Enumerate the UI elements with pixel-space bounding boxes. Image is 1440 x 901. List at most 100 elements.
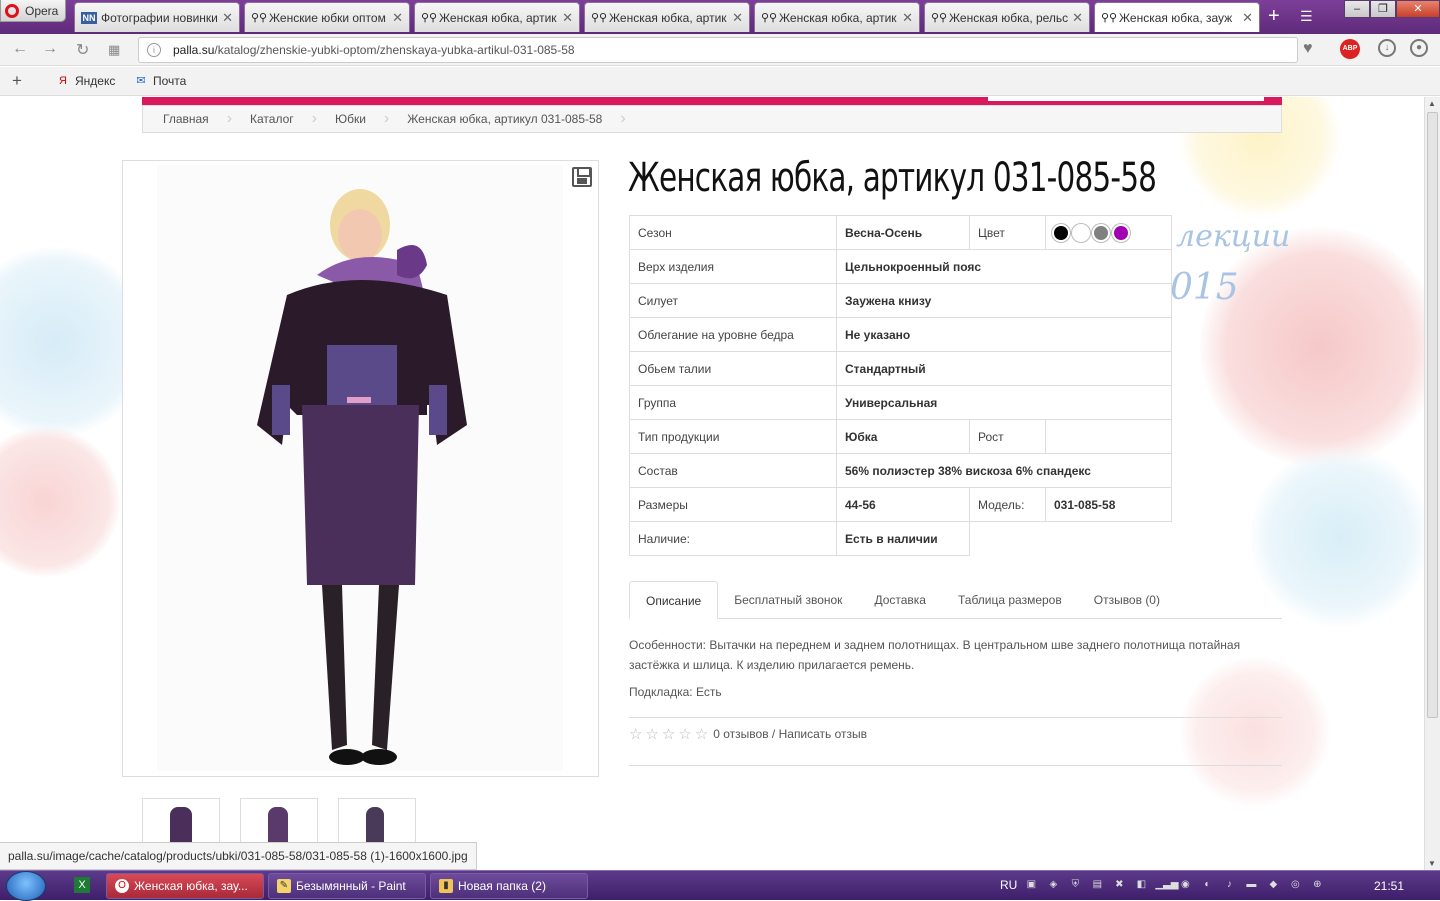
tab-free-call[interactable]: Бесплатный звонок [718, 581, 858, 619]
spec-value: Не указано [836, 317, 1172, 352]
breadcrumb-separator-icon: › [226, 110, 233, 127]
tray-app-icon[interactable]: ◎ [1287, 877, 1303, 893]
account-icon[interactable]: ● [1410, 39, 1428, 57]
tab-delivery[interactable]: Доставка [858, 581, 942, 619]
new-tab-icon[interactable]: + [1268, 6, 1280, 26]
volume-icon[interactable]: ♪ [1221, 877, 1237, 893]
start-button[interactable] [6, 871, 46, 901]
tab-close-icon[interactable]: ✕ [1242, 10, 1253, 26]
tab-size-table[interactable]: Таблица размеров [942, 581, 1078, 619]
browser-tab-2[interactable]: ⚲⚲ Женские юбки оптом ✕ [244, 2, 410, 32]
breadcrumb-label: Каталог [250, 112, 294, 126]
product-photo[interactable] [157, 165, 563, 771]
product-main-photo[interactable] [122, 160, 599, 777]
tray-app-icon[interactable]: ◐ [1199, 877, 1215, 893]
tab-close-icon[interactable]: ✕ [1072, 10, 1083, 26]
maximize-icon[interactable]: ❐ [1370, 0, 1396, 18]
bookmarks-bar: + Я Яндекс ✉ Почта [0, 67, 1440, 96]
breadcrumb-skirts[interactable]: Юбки › [335, 110, 407, 128]
browser-tab-5[interactable]: ⚲⚲ Женская юбка, артик ✕ [754, 2, 920, 32]
download-icon[interactable]: ↓ [1378, 39, 1396, 57]
tab-close-icon[interactable]: ✕ [562, 10, 573, 26]
color-swatch-gray[interactable] [1094, 225, 1108, 240]
windows-taskbar: X O Женская юбка, зау... ✎ Безымянный - … [0, 870, 1440, 901]
bookmark-yandex[interactable]: Я Яндекс [56, 74, 115, 88]
save-image-icon[interactable] [572, 167, 592, 187]
browser-tab-7-active[interactable]: ⚲⚲ Женская юбка, зауж ✕ [1094, 2, 1260, 32]
tab-close-icon[interactable]: ✕ [392, 10, 403, 26]
product-tabs: Описание Бесплатный звонок Доставка Табл… [629, 581, 1282, 619]
site-info-icon[interactable]: i [147, 43, 161, 57]
taskbar-task-paint[interactable]: ✎ Безымянный - Paint [268, 873, 426, 899]
tab-close-icon[interactable]: ✕ [732, 10, 743, 26]
taskbar-clock[interactable]: 21:51 [1374, 879, 1404, 893]
tray-app-icon[interactable]: ✖ [1111, 877, 1127, 893]
opera-menu-button[interactable]: Opera [0, 0, 66, 22]
add-bookmark-icon[interactable]: + [12, 71, 22, 91]
paint-icon: ✎ [277, 879, 291, 893]
window-close-icon[interactable]: ✕ [1396, 0, 1440, 18]
url-domain: palla.su [173, 43, 215, 57]
decor-flower [0, 427, 120, 577]
taskbar-task-folder[interactable]: ▮ Новая папка (2) [430, 873, 588, 899]
decor-text: 015 [1170, 267, 1239, 308]
figures-favicon-icon: ⚲⚲ [931, 11, 948, 24]
forward-arrow-icon[interactable]: → [42, 40, 58, 58]
bookmark-heart-icon[interactable]: ♥ [1303, 40, 1313, 58]
tab-description[interactable]: Описание [629, 581, 719, 619]
browser-tab-3[interactable]: ⚲⚲ Женская юбка, артик ✕ [414, 2, 580, 32]
scroll-down-icon[interactable]: ▼ [1428, 859, 1436, 868]
scroll-up-icon[interactable]: ▲ [1428, 99, 1436, 108]
tray-app-icon[interactable]: ◉ [1177, 877, 1193, 893]
reload-icon[interactable]: ↻ [76, 40, 89, 60]
status-link-preview: palla.su/image/cache/catalog/products/ub… [0, 842, 477, 870]
network-icon[interactable]: ⊕ [1309, 877, 1325, 893]
spec-label: Группа [629, 385, 837, 420]
color-swatch-black[interactable] [1054, 225, 1068, 240]
browser-tab-6[interactable]: ⚲⚲ Женская юбка, рельс ✕ [924, 2, 1090, 32]
browser-tab-4[interactable]: ⚲⚲ Женская юбка, артик ✕ [584, 2, 750, 32]
tray-app-icon[interactable]: ▬ [1243, 877, 1259, 893]
tray-app-icon[interactable]: ◆ [1265, 877, 1281, 893]
minimize-icon[interactable]: – [1344, 0, 1370, 18]
excel-icon[interactable]: X [74, 877, 90, 893]
reviews-link[interactable]: 0 отзывов / Написать отзыв [713, 727, 867, 741]
tab-label: Женская юбка, артик [439, 10, 557, 25]
scrollbar-thumb[interactable] [1427, 112, 1438, 718]
spec-label: Состав [629, 453, 837, 488]
breadcrumb-home[interactable]: Главная › [163, 110, 250, 128]
tab-reviews[interactable]: Отзывов (0) [1078, 581, 1176, 619]
speed-dial-grid-icon[interactable]: ▦ [108, 42, 120, 58]
tab-close-icon[interactable]: ✕ [222, 10, 233, 26]
tab-menu-icon[interactable]: ☰ [1300, 8, 1313, 25]
shield-icon[interactable]: ⛨ [1067, 877, 1083, 893]
adblock-icon[interactable]: ABP [1340, 39, 1360, 59]
tray-app-icon[interactable]: ▣ [1023, 877, 1039, 893]
color-swatch-purple[interactable] [1114, 225, 1128, 240]
search-field-edge[interactable] [988, 97, 1264, 101]
address-bar[interactable]: i palla.su/katalog/zhenskie-yubki-optom/… [138, 37, 1298, 63]
breadcrumb-current[interactable]: Женская юбка, артикул 031-085-58 › [407, 110, 643, 128]
breadcrumb-catalog[interactable]: Каталог › [250, 110, 335, 128]
back-arrow-icon[interactable]: ← [12, 40, 28, 58]
url-path: /katalog/zhenskie-yubki-optom/zhenskaya-… [214, 43, 575, 57]
tray-app-icon[interactable]: ◧ [1133, 877, 1149, 893]
tray-app-icon[interactable]: ▤ [1089, 877, 1105, 893]
spec-row: Группа Универсальная [629, 385, 1172, 420]
taskbar-task-opera[interactable]: O Женская юбка, зау... [106, 873, 264, 899]
signal-bars-icon[interactable]: ▁▃▅ [1155, 877, 1178, 893]
bookmark-mail[interactable]: ✉ Почта [134, 74, 186, 88]
color-swatch-white[interactable] [1074, 225, 1088, 240]
browser-tab-1[interactable]: NN Фотографии новинки ✕ [74, 2, 240, 32]
breadcrumb: Главная › Каталог › Юбки › Женская юбка, ар… [142, 105, 1282, 133]
spec-value: Универсальная [836, 385, 1172, 420]
language-indicator[interactable]: RU [1000, 878, 1017, 892]
tray-app-icon[interactable]: ◈ [1045, 877, 1061, 893]
spec-row: Верх изделия Цельнокроенный пояс [629, 249, 1172, 284]
spec-value: Юбка [836, 419, 970, 454]
browser-navbar: ← → ↻ ▦ i palla.su/katalog/zhenskie-yubk… [0, 34, 1440, 66]
tab-close-icon[interactable]: ✕ [902, 10, 913, 26]
address-url: palla.su/katalog/zhenskie-yubki-optom/zh… [173, 43, 575, 57]
page-scrollbar[interactable]: ▲ ▼ [1424, 97, 1440, 870]
tab-label: Женская юбка, артик [779, 10, 897, 25]
